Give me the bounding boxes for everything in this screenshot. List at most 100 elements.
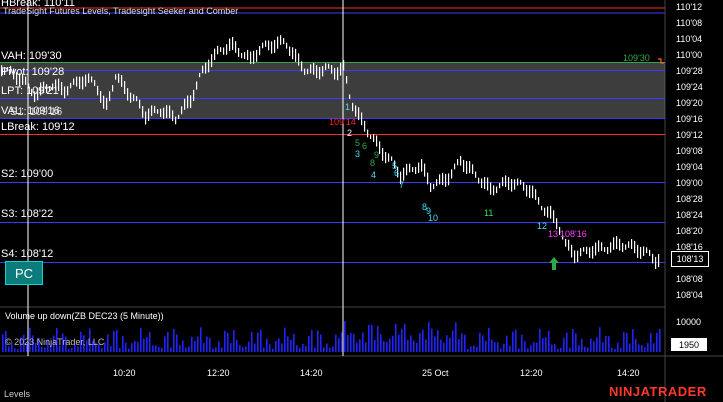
price-bar [436,179,438,186]
time-label-2: 12:20 [207,368,230,378]
price-bar [373,134,375,142]
price-bar [76,76,78,87]
volume-bar [158,346,160,352]
seeker-13: 13 [548,229,559,239]
price-bar [490,182,492,195]
price-axis-label: 109'04 [676,162,703,172]
volume-bar [521,334,523,352]
price-bar [472,164,474,174]
price-bar [163,107,165,119]
volume-bar [242,347,244,352]
volume-axis-label: 10000 [676,317,702,327]
price-bar [586,246,588,255]
volume-bar [17,349,19,352]
volume-bar [518,348,520,352]
volume-bar [14,348,16,352]
volume-bar [608,336,610,352]
volume-bar [272,348,274,352]
volume-bar [401,328,403,352]
volume-bar [482,335,484,352]
price-bar [415,166,417,174]
volume-bar [611,348,613,352]
volume-bar [224,330,226,352]
volume-bar [563,337,565,352]
volume-bar [629,343,631,352]
volume-bar [236,340,238,352]
volume-bar [392,335,394,352]
price-bar [448,173,450,186]
volume-bar [140,328,142,352]
volume-bar [536,342,538,352]
level-label-lbreak: LBreak: 109'12 [1,121,75,133]
price-bar [274,39,276,53]
price-bar [367,129,369,138]
price-bar [331,65,333,74]
price-bar [310,64,312,74]
price-bar [67,86,69,96]
volume-bar [452,330,454,352]
volume-bar [581,338,583,352]
price-bar [181,106,183,115]
volume-bar [431,328,433,352]
price-bar [538,197,540,205]
price-bar [424,163,426,177]
chart-canvas[interactable] [0,0,723,402]
volume-bar [557,348,559,352]
price-bar [139,99,141,109]
price-bar [505,175,507,188]
price-bar [199,72,201,78]
price-bar [589,247,591,258]
volume-bar [305,346,307,352]
volume-bar [167,332,169,352]
volume-bar [374,339,376,352]
volume-bar [368,324,370,352]
volume-bar [425,339,427,352]
volume-bar [200,327,202,352]
price-bar [646,247,648,254]
annotation-red: 109'14 [329,117,356,127]
volume-bar [116,330,118,352]
price-bar [211,54,213,68]
price-bar [481,178,483,188]
price-bar [418,162,420,173]
price-bar [442,172,444,186]
price-bar [190,95,192,109]
volume-bar [443,342,445,352]
price-bar [469,161,471,174]
volume-bar [515,329,517,352]
price-bar [97,85,99,96]
price-bar [292,47,294,60]
levels-tab[interactable]: Levels [4,389,30,399]
price-bar [619,238,621,251]
volume-bar [503,343,505,352]
comber-8: 8 [370,158,376,168]
volume-bar [617,342,619,352]
volume-bar [389,338,391,352]
seeker-7: 7 [399,180,405,190]
volume-bar [440,339,442,352]
volume-bar [335,334,337,352]
price-bar [370,134,372,139]
volume-bar [41,346,43,352]
volume-bar [566,332,568,352]
volume-bar [194,341,196,352]
volume-bar [659,328,661,352]
volume-bar [497,342,499,352]
price-bar [205,62,207,74]
volume-bar [128,348,130,352]
price-bar [244,52,246,59]
volume-bar [329,348,331,352]
time-label-4: 25 Oct [422,368,449,378]
price-bar [151,105,153,116]
volume-bar [119,348,121,352]
volume-bar [182,340,184,352]
price-bar [457,159,459,166]
pc-button[interactable]: PC [5,261,43,285]
volume-bar [359,339,361,352]
price-bar [103,95,105,109]
seeker-2: 2 [347,128,353,138]
volume-bar [587,347,589,352]
volume-bar [413,340,415,352]
price-bar [145,111,147,125]
price-bar [202,65,204,74]
